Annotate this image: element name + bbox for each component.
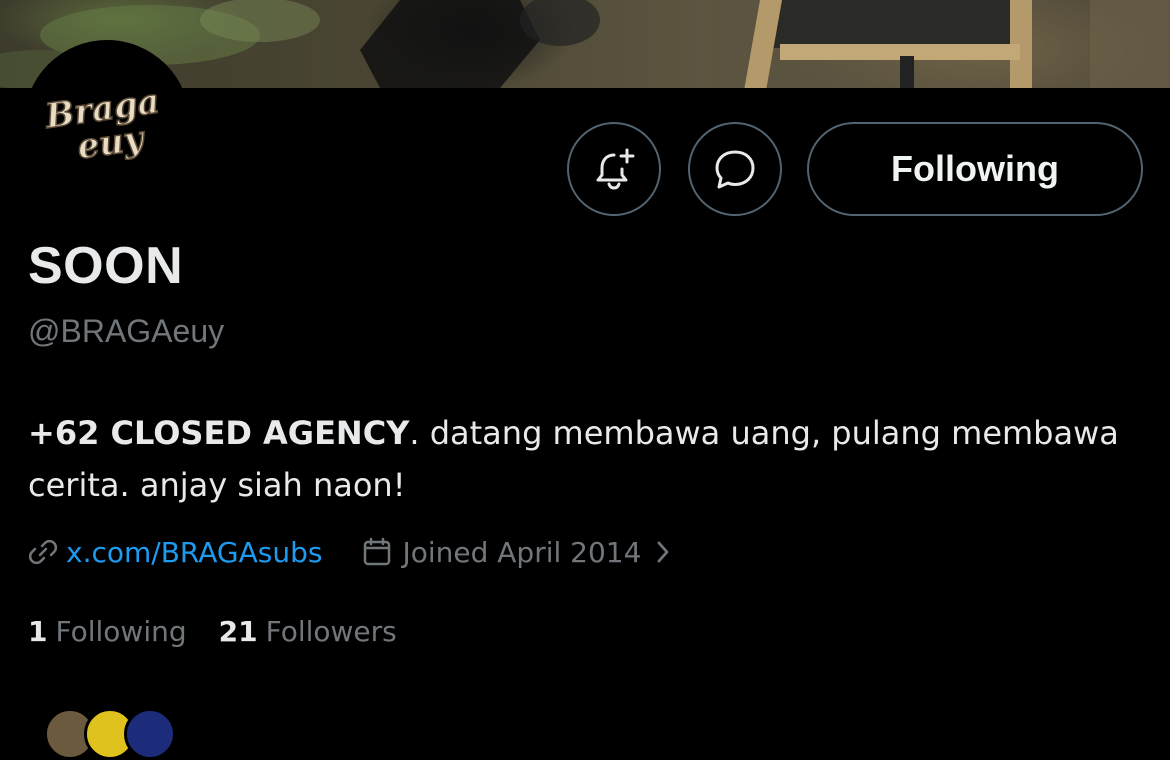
notifications-button[interactable] [567, 122, 661, 216]
profile-bio: +62 CLOSED AGENCY. datang membawa uang, … [28, 407, 1128, 511]
followers-count: 21 [218, 615, 258, 648]
profile-avatar[interactable]: Braga euy [24, 40, 190, 206]
following-stat[interactable]: 1 Following [28, 615, 187, 648]
following-button[interactable]: Following [807, 122, 1143, 216]
message-button[interactable] [688, 122, 782, 216]
display-name: SOON [28, 237, 184, 295]
link-icon [28, 539, 58, 565]
following-count: 1 [28, 615, 48, 648]
bell-plus-icon [596, 148, 635, 190]
website-link[interactable]: x.com/BRAGAsubs [28, 536, 322, 569]
chat-bubble-icon [715, 150, 755, 189]
user-handle: @BRAGAeuy [28, 313, 225, 349]
bio-bold-text: +62 CLOSED AGENCY [28, 414, 410, 452]
follow-stats: 1 Following 21 Followers [28, 615, 397, 648]
joined-text: Joined April 2014 [402, 535, 642, 569]
avatar [124, 708, 176, 760]
braga-logo-icon: Braga euy [28, 44, 186, 202]
joined-date[interactable]: Joined April 2014 [362, 536, 681, 569]
profile-meta: x.com/BRAGAsubs Joined April 2014 [28, 530, 681, 574]
website-url: x.com/BRAGAsubs [66, 535, 323, 569]
followers-stat[interactable]: 21 Followers [219, 615, 397, 648]
chevron-right-icon [658, 541, 669, 563]
followed-by-avatars[interactable] [44, 708, 244, 760]
following-label: Following [55, 615, 187, 648]
followers-label: Followers [265, 615, 397, 648]
calendar-icon [364, 537, 391, 566]
